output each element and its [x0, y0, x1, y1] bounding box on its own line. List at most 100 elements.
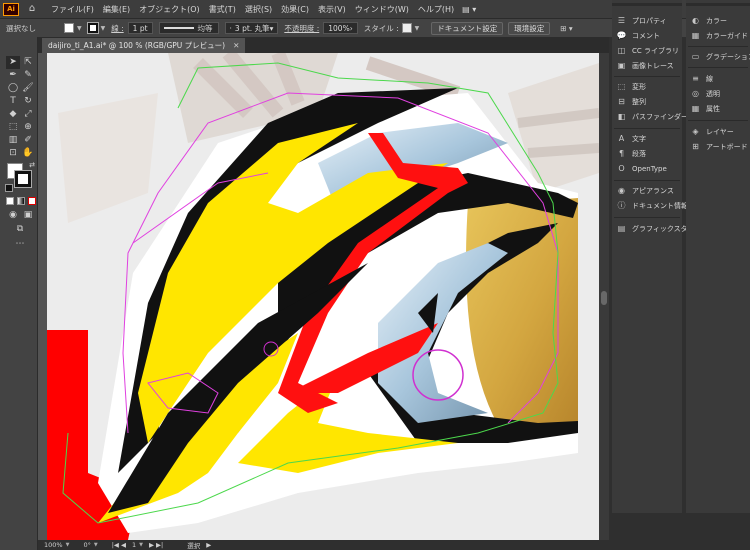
- panel-layers[interactable]: ◈ レイヤー: [690, 125, 733, 138]
- artwork: [47, 53, 599, 540]
- none-mode-icon[interactable]: [28, 197, 36, 205]
- color-icon: ◐: [692, 16, 699, 25]
- panel-gradient[interactable]: ▭ グラデーション: [690, 50, 750, 63]
- menu-select[interactable]: 選択(S): [245, 4, 272, 15]
- gradient-tool-icon[interactable]: ▥: [6, 134, 20, 147]
- cc-libraries-icon: ◫: [617, 46, 626, 55]
- color-mode-icon[interactable]: [6, 197, 14, 205]
- illustrator-logo: Ai: [3, 2, 19, 16]
- chevron-down-icon[interactable]: ▼: [415, 25, 420, 32]
- character-icon: A: [618, 134, 625, 143]
- artboard-prev-icon[interactable]: |◀ ◀: [112, 541, 126, 549]
- scale-tool-icon[interactable]: ⤢: [21, 108, 35, 121]
- shape-builder-tool-icon[interactable]: ⊕: [21, 121, 35, 134]
- menu-view[interactable]: 表示(V): [318, 4, 346, 15]
- pen-tool-icon[interactable]: ✒: [6, 69, 20, 82]
- transform-icon: ⬚: [617, 82, 626, 91]
- panel-attributes[interactable]: ▦ 属性: [690, 102, 720, 115]
- artboard-canvas[interactable]: [38, 53, 599, 540]
- pathfinder-icon: ◧: [617, 112, 626, 121]
- panel-transparency[interactable]: ◎ 透明: [690, 87, 720, 100]
- panel-paragraph[interactable]: ¶ 段落: [616, 147, 646, 160]
- status-arrow-icon[interactable]: ▶: [206, 541, 211, 549]
- panel-pathfinder[interactable]: ◧ パスファインダー: [616, 110, 688, 123]
- attributes-icon: ▦: [691, 104, 700, 113]
- stroke-profile-dropdown[interactable]: 均等: [158, 22, 219, 34]
- panel-cc-libraries[interactable]: ◫ CC ライブラリ: [616, 44, 679, 57]
- menu-type[interactable]: 書式(T): [209, 4, 236, 15]
- swap-colors-icon[interactable]: ⇄: [25, 159, 39, 172]
- chevron-down-icon[interactable]: ▼: [77, 25, 82, 32]
- color-guide-icon: ▦: [691, 31, 700, 40]
- draw-mode-icon[interactable]: ◉: [6, 209, 20, 222]
- zoom-level[interactable]: 100%: [44, 541, 63, 549]
- screen-mode-icon[interactable]: ▣: [21, 209, 35, 222]
- home-icon[interactable]: ⌂: [25, 3, 39, 15]
- panel-stroke[interactable]: ≡ 線: [690, 72, 713, 85]
- menu-edit[interactable]: 編集(E): [103, 4, 130, 15]
- chevron-down-icon[interactable]: ▼: [101, 25, 106, 32]
- transparency-icon: ◎: [692, 89, 699, 98]
- brush-dropdown[interactable]: · 3 pt. 丸筆 ▾: [224, 22, 279, 34]
- ellipse-tool-icon[interactable]: ◯: [6, 82, 20, 95]
- menu-help[interactable]: ヘルプ(H): [418, 4, 454, 15]
- menu-window[interactable]: ウィンドウ(W): [355, 4, 409, 15]
- artboard-tool-icon[interactable]: ⊡: [6, 147, 20, 160]
- menu-effect[interactable]: 効果(C): [281, 4, 309, 15]
- change-screen-mode-icon[interactable]: ⧉: [13, 223, 27, 236]
- panel-color[interactable]: ◐ カラー: [690, 14, 727, 27]
- edit-toolbar-icon[interactable]: ⋯: [13, 238, 27, 251]
- panel-color-guide[interactable]: ▦ カラーガイド: [690, 29, 748, 42]
- gradient-mode-icon[interactable]: [17, 197, 25, 205]
- panel-image-trace[interactable]: ▣ 画像トレース: [616, 59, 674, 72]
- document-tab[interactable]: daijiro_ti_A1.ai* @ 100 % (RGB/GPU プレビュー…: [42, 38, 246, 53]
- appearance-icon: ◉: [618, 186, 625, 195]
- vertical-scrollbar[interactable]: [599, 53, 609, 540]
- curvature-tool-icon[interactable]: ✎: [21, 69, 35, 82]
- free-transform-tool-icon[interactable]: ⬚: [6, 121, 20, 134]
- selection-tool-icon[interactable]: ➤: [6, 56, 20, 69]
- direct-selection-tool-icon[interactable]: ⇱: [21, 56, 35, 69]
- close-icon[interactable]: ✕: [233, 41, 239, 50]
- panel-properties[interactable]: ☰ プロパティ: [616, 14, 667, 27]
- panel-comments[interactable]: 💬 コメント: [616, 29, 660, 42]
- panel-align[interactable]: ⊟ 整列: [616, 95, 646, 108]
- rotation-value[interactable]: 0°: [83, 541, 90, 549]
- stroke-weight-field[interactable]: 1 pt: [127, 22, 153, 34]
- document-tab-bar: daijiro_ti_A1.ai* @ 100 % (RGB/GPU プレビュー…: [38, 37, 609, 53]
- default-colors-icon[interactable]: [5, 184, 13, 192]
- arrange-icon[interactable]: ⊞ ▾: [560, 24, 572, 33]
- panel-transform[interactable]: ⬚ 変形: [616, 80, 646, 93]
- preferences-button[interactable]: 環境設定: [508, 21, 551, 35]
- opacity-label[interactable]: 不透明度 :: [284, 23, 319, 34]
- workspace-icon[interactable]: ▤ ▾: [462, 5, 476, 14]
- properties-icon: ☰: [617, 16, 626, 25]
- document-settings-button[interactable]: ドキュメント設定: [431, 21, 504, 35]
- panel-document-info[interactable]: ⓘ ドキュメント情報: [616, 199, 689, 212]
- panel-column-2: ◐ カラー ▦ カラーガイド ▭ グラデーション ≡ 線 ◎ 透明 ▦ 属性 ◈ レイヤー ⊞…: [686, 0, 750, 513]
- eyedropper-tool-icon[interactable]: ✐: [21, 134, 35, 147]
- panel-opentype[interactable]: O OpenType: [616, 162, 666, 175]
- rotate-tool-icon[interactable]: ↻: [21, 95, 35, 108]
- type-tool-icon[interactable]: T: [6, 95, 20, 108]
- artboard-next-icon[interactable]: ▶ ▶|: [149, 541, 163, 549]
- panel-artboards[interactable]: ⊞ アートボード: [690, 140, 747, 153]
- artboard-number[interactable]: 1: [132, 541, 136, 549]
- paintbrush-tool-icon[interactable]: 🖌: [21, 82, 35, 95]
- menu-object[interactable]: オブジェクト(O): [139, 4, 200, 15]
- scrollbar-thumb[interactable]: [601, 291, 607, 305]
- tools-panel: ➤ ⇱ ✒ ✎ ◯ 🖌 T ↻ ◆ ⤢ ⬚ ⊕ ▥ ✐ ⊡ ✋ ⇄ ◉ ▣ ⧉ …: [0, 37, 38, 550]
- menu-file[interactable]: ファイル(F): [51, 4, 94, 15]
- current-tool-status: 選択: [187, 542, 201, 550]
- fill-swatch[interactable]: [64, 23, 74, 33]
- style-label: スタイル :: [363, 23, 399, 33]
- graphic-styles-icon: ▤: [617, 224, 626, 233]
- stroke-color-icon[interactable]: [14, 170, 32, 188]
- eraser-tool-icon[interactable]: ◆: [6, 108, 20, 121]
- panel-appearance[interactable]: ◉ アピアランス: [616, 184, 674, 197]
- opacity-field[interactable]: 100% ›: [323, 22, 358, 34]
- style-swatch[interactable]: [401, 23, 412, 33]
- stroke-label[interactable]: 線 :: [111, 23, 123, 34]
- panel-character[interactable]: A 文字: [616, 132, 646, 145]
- stroke-swatch[interactable]: [86, 22, 99, 34]
